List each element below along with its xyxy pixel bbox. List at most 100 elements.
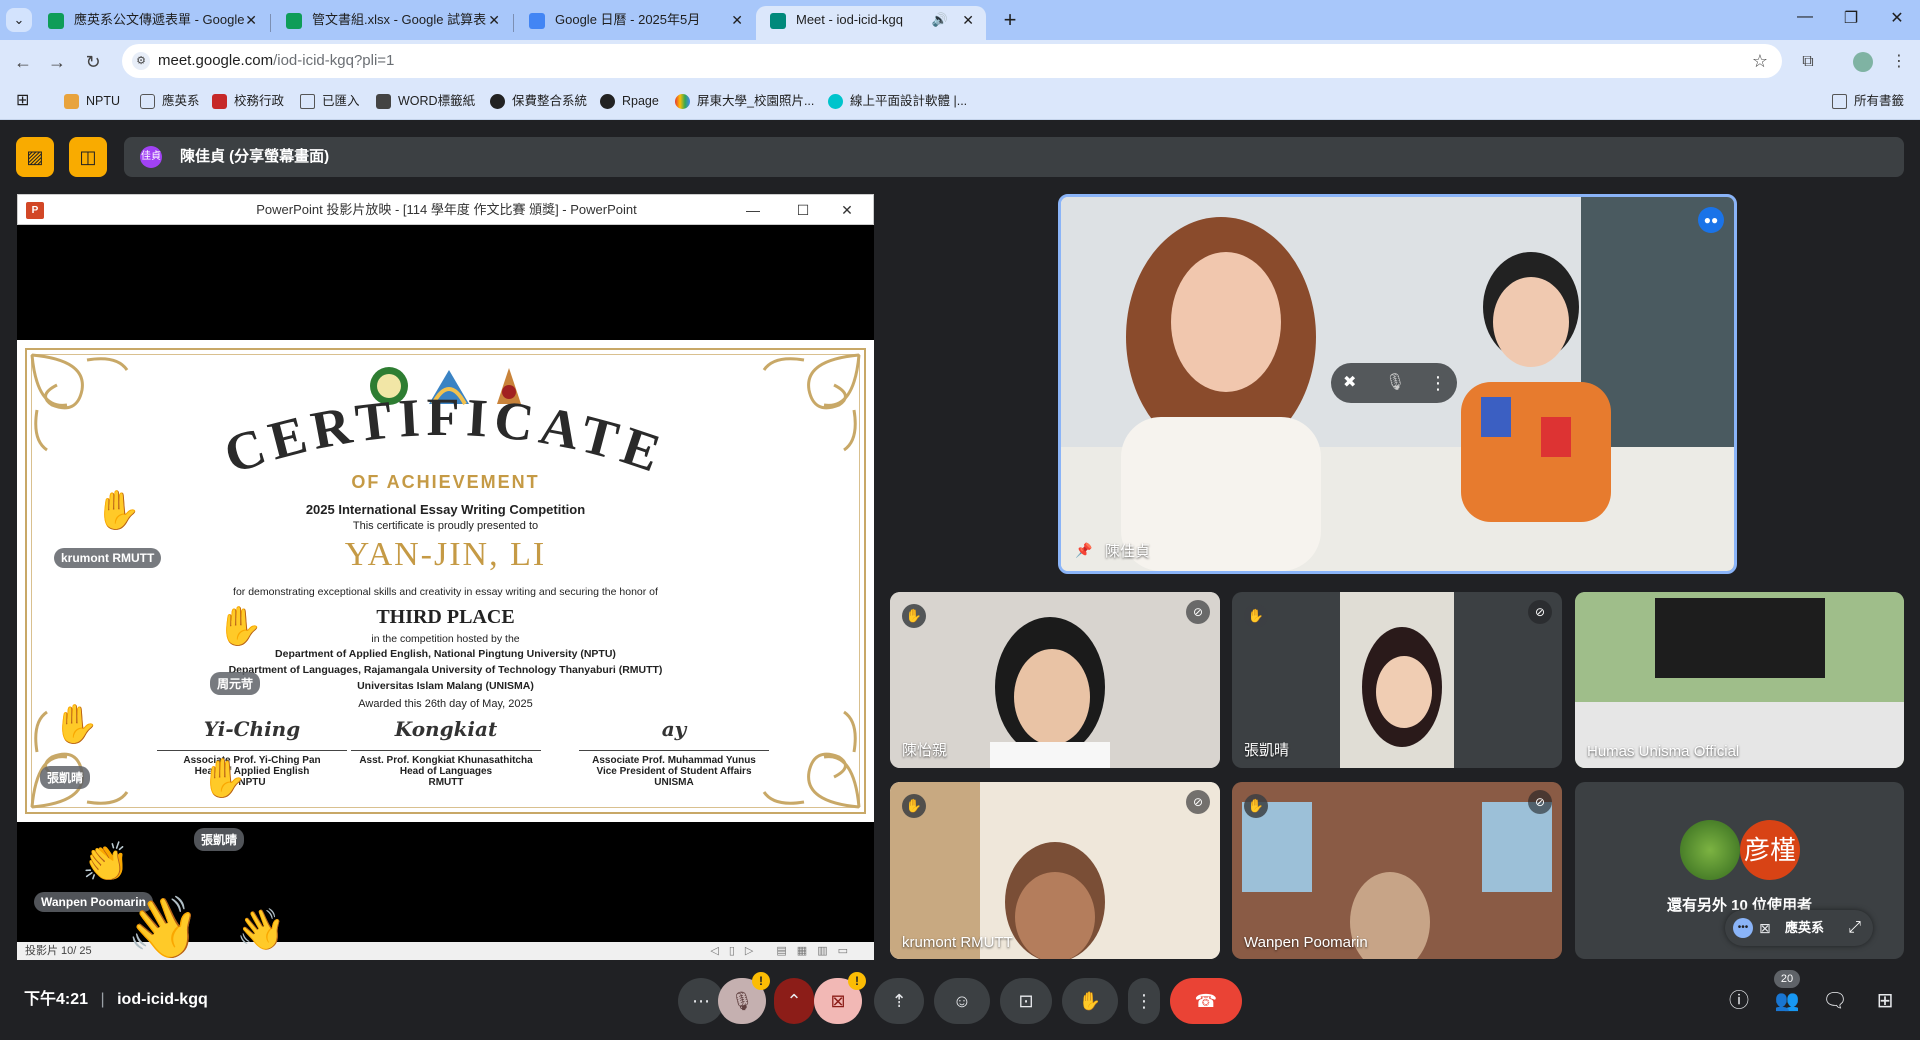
participant-tile[interactable]: ✋ ⊘ 張凱晴 [1232,592,1562,768]
bookmark-item[interactable]: 線上平面設計軟體 |... [828,91,967,111]
reload-icon[interactable]: ↻ [80,49,106,75]
participant-tile[interactable]: Humas Unisma Official [1575,592,1904,768]
clock: 下午4:21 [24,991,89,1008]
camera-toggle-button[interactable]: ⊠! [814,972,866,1024]
bookmark-star-icon[interactable]: ☆ [1752,44,1768,78]
bookmark-folder[interactable]: 已匯入 [300,91,360,111]
tab-1[interactable]: 管文書組.xlsx - Google 試算表 ✕ [272,6,512,40]
achievement-text: for demonstrating exceptional skills and… [233,586,658,598]
participant-avatar: 彦槿 [1740,820,1800,880]
page-icon [140,94,155,109]
certificate-subtitle: OF ACHIEVEMENT [351,472,540,492]
leave-call-button[interactable]: ☎ [1170,978,1242,1024]
forward-icon[interactable]: → [44,49,70,75]
people-button[interactable]: 👥 20 [1770,970,1804,1018]
raise-hand-button[interactable]: ✋ [1062,978,1118,1024]
mic-toggle-button[interactable]: 🎙! [718,972,770,1024]
tab-search-button[interactable]: ⌄ [6,8,32,32]
participant-name: 陳怡親 [902,742,948,759]
mic-off-icon: ⊘ [1528,790,1552,814]
camera-off-icon: ⊠ [1759,920,1771,936]
divider: | [100,991,105,1008]
more-options-icon[interactable]: ⋮ [1429,363,1447,403]
bookmark-item[interactable]: 應英系 [140,91,200,111]
participant-video [1575,592,1904,768]
close-icon[interactable]: ✕ [827,195,867,225]
tab-3-active[interactable]: Meet - iod-icid-kgq 🔊 ✕ [756,6,986,40]
more-options-button[interactable]: ⋮ [1128,978,1160,1024]
participant-tile[interactable]: ✋ ⊘ Wanpen Poomarin [1232,782,1562,959]
participant-name: krumont RMUTT [902,934,1013,951]
raised-hand-icon: ✋ [902,604,926,628]
profile-avatar[interactable] [1850,49,1876,75]
tab-2[interactable]: Google 日曆 - 2025年5月 ✕ [515,6,755,40]
place-text: THIRD PLACE [376,606,515,628]
presenter-label: 陳佳貞 (分享螢幕畫面) [180,148,330,165]
folder-icon [300,94,315,109]
emoji-button[interactable]: ☺ [934,978,990,1024]
participant-video [1232,782,1562,959]
unpin-icon[interactable]: ✖ [1343,363,1356,403]
presentation-hide-icon[interactable]: ▨ [16,137,54,177]
activities-icon[interactable]: ⊞ [1868,984,1902,1018]
all-bookmarks-folder[interactable]: 所有書籤 [1832,91,1904,111]
host-line-2: Department of Languages, Rajamangala Uni… [228,664,663,676]
bookmark-item[interactable]: 保費整合系統 [490,91,587,111]
video-options-button[interactable]: ⌃ [774,978,814,1024]
tab-title: 應英系公文傳遞表單 - Google [74,12,245,27]
minimize-icon[interactable]: — [733,195,773,225]
apps-icon[interactable]: ⊞ [16,91,29,111]
chrome-menu-icon[interactable]: ⋮ [1886,49,1912,75]
speaker-icon[interactable]: 🔊 [932,6,948,34]
participant-tile[interactable]: ✋ ⊘ krumont RMUTT [890,782,1220,959]
tab-0[interactable]: 應英系公文傳遞表單 - Google ✕ [34,6,269,40]
tab-separator [513,14,514,32]
bookmark-item[interactable]: 屏東大學_校園照片... [675,91,814,111]
signature-3: ay Associate Prof. Muhammad Yunus Vice Pr… [579,719,769,788]
meeting-info: 下午4:21 | iod-icid-kgq [24,960,208,1040]
raised-hand-reaction: ✋ [200,758,248,800]
layout-icon[interactable]: ◫ [69,137,107,177]
close-icon[interactable]: ✕ [488,6,500,34]
expand-icon[interactable]: ⤢ [1848,910,1861,946]
present-screen-button[interactable]: ⇡ [874,978,924,1024]
restore-icon[interactable]: ❐ [1836,8,1866,28]
mic-icon[interactable]: 🎙 [1385,363,1405,403]
more-icon[interactable]: ••• [1733,918,1753,938]
close-icon[interactable]: ✕ [962,6,974,34]
window-close-icon[interactable]: ✕ [1882,8,1912,28]
site-info-icon[interactable]: ⚙ [132,52,150,70]
participant-name: 張凱晴 [1244,742,1290,759]
minimize-icon[interactable]: — [1790,8,1820,26]
maximize-icon[interactable]: ☐ [783,195,823,225]
close-icon[interactable]: ✕ [245,6,257,34]
photos-icon [675,94,690,109]
back-icon[interactable]: ← [10,49,36,75]
meeting-details-icon[interactable]: ⓘ [1722,984,1756,1018]
others-tile[interactable]: 彦槿 還有另外 10 位使用者 ••• ⊠ 應英系 ⤢ [1575,782,1904,959]
view-icons[interactable]: ◁▯▷ ▤▦▥▭ [710,942,858,960]
presenter-avatar: 佳貞 [140,146,162,168]
bookmark-item[interactable]: WORD標籤紙 [376,91,475,111]
bookmark-item[interactable]: 校務行政 [212,91,284,111]
hosted-text: in the competition hosted by the [371,633,520,645]
mic-off-icon: ⊘ [1186,790,1210,814]
participant-tile[interactable]: ✋ ⊘ 陳怡親 [890,592,1220,768]
new-tab-button[interactable]: + [996,6,1024,34]
speaker-tile[interactable]: ✖ 🎙 ⋮ ●● 📌 陳佳貞 [1058,194,1737,574]
bookmark-item[interactable]: Rpage [600,91,659,111]
browser-toolbar: ← → ↻ ⚙ meet.google.com/iod-icid-kgq?pli… [0,40,1920,83]
address-bar[interactable]: ⚙ meet.google.com/iod-icid-kgq?pli=1 ☆ [122,44,1782,78]
signature-1: Yi-Ching Associate Prof. Yi-Ching Pan Hea… [157,719,347,788]
ppt-titlebar: P PowerPoint 投影片放映 - [114 學年度 作文比賽 頒獎] -… [17,194,874,225]
extensions-icon[interactable]: ⧉ [1795,49,1821,75]
chat-icon[interactable]: 🗨 [1818,984,1852,1018]
captions-button[interactable]: ⊡ [1000,978,1052,1024]
url-text[interactable]: meet.google.com/iod-icid-kgq?pli=1 [158,44,394,78]
bookmark-item[interactable]: NPTU [64,91,120,111]
close-icon[interactable]: ✕ [731,6,743,34]
participant-name: Wanpen Poomarin [1244,934,1368,951]
self-view-pill[interactable]: ••• ⊠ 應英系 ⤢ [1725,910,1873,946]
calendar-icon [529,13,545,29]
awarded-date: Awarded this 26th day of May, 2025 [358,698,533,710]
